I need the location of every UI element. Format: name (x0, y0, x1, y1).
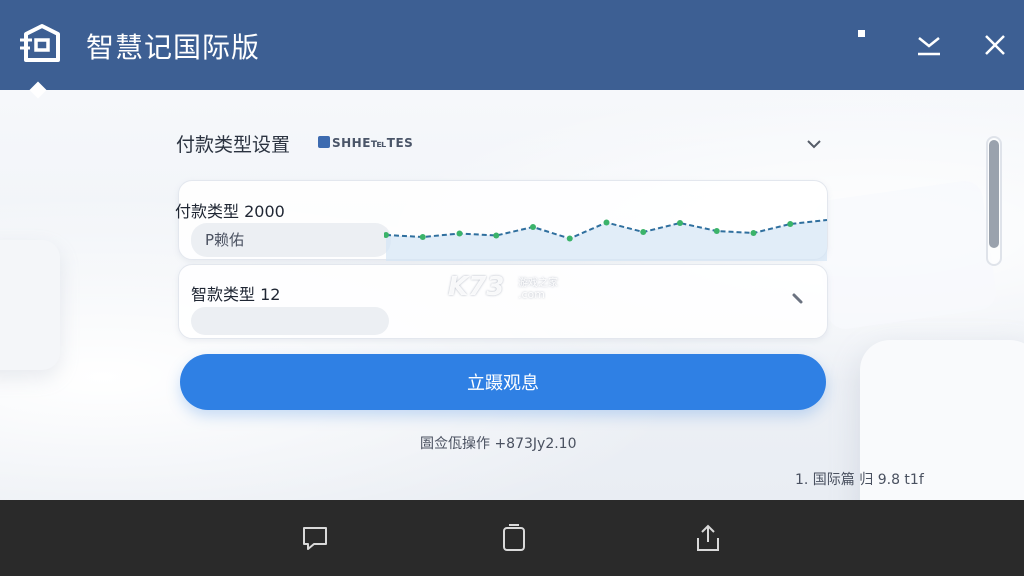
background-keyboard (811, 178, 999, 332)
scrollbar[interactable] (986, 136, 1002, 266)
app-logo-icon (20, 24, 60, 62)
trend-chart (384, 219, 828, 261)
payment-type-card[interactable]: 付款类型 2000 P赖佑 (175, 180, 828, 261)
title-bar: 智慧记国际版 (0, 0, 1024, 99)
card-label: 付款类型 2000 (175, 202, 285, 221)
chart-point (640, 229, 647, 235)
back-icon[interactable] (300, 522, 332, 554)
close-icon[interactable] (980, 30, 1010, 60)
section-header[interactable]: 付款类型设置 SHHE℡TES (176, 128, 828, 160)
chart-point (419, 234, 426, 240)
chart-point (713, 228, 720, 234)
home-icon[interactable] (498, 522, 530, 554)
chevron-down-icon[interactable] (804, 134, 824, 154)
status-text: 圄佥佤操作 +873Jy2.10 (420, 436, 577, 452)
background-cup (0, 240, 60, 370)
card-label: 智款类型 12 (191, 285, 281, 304)
scrollbar-thumb[interactable] (989, 140, 999, 248)
chart-point (603, 219, 610, 226)
watermark-logo: K73 (448, 272, 505, 302)
chart-point (750, 230, 757, 236)
share-icon[interactable] (692, 522, 724, 554)
chart-point (677, 220, 683, 226)
chart-point (566, 235, 573, 242)
version-text: 1. 国际篇 归 9.8 t1f (795, 472, 924, 488)
value-pill[interactable]: P赖佑 (191, 223, 391, 257)
watermark-domain: .com (518, 288, 545, 301)
value-pill[interactable] (191, 307, 389, 335)
primary-action-button[interactable]: 立蹑观息 (180, 354, 826, 410)
chart-point (530, 224, 536, 230)
badge-icon (318, 136, 330, 148)
chart-area (386, 220, 827, 261)
badge-text: SHHE℡TES (332, 136, 414, 150)
watermark-sub: 游戏之家 (518, 278, 558, 289)
chart-point (456, 230, 463, 237)
indicator-dot (858, 30, 865, 37)
section-title: 付款类型设置 (176, 134, 291, 156)
section-badge: SHHE℡TES (318, 136, 413, 150)
chart-point (787, 221, 794, 227)
watermark: K73 游戏之家 .com (448, 272, 578, 306)
minimize-icon[interactable] (914, 30, 944, 60)
bottom-nav-bar (0, 500, 1024, 576)
pencil-icon[interactable] (791, 291, 805, 305)
chart-point (493, 232, 500, 239)
app-title: 智慧记国际版 (86, 31, 261, 64)
